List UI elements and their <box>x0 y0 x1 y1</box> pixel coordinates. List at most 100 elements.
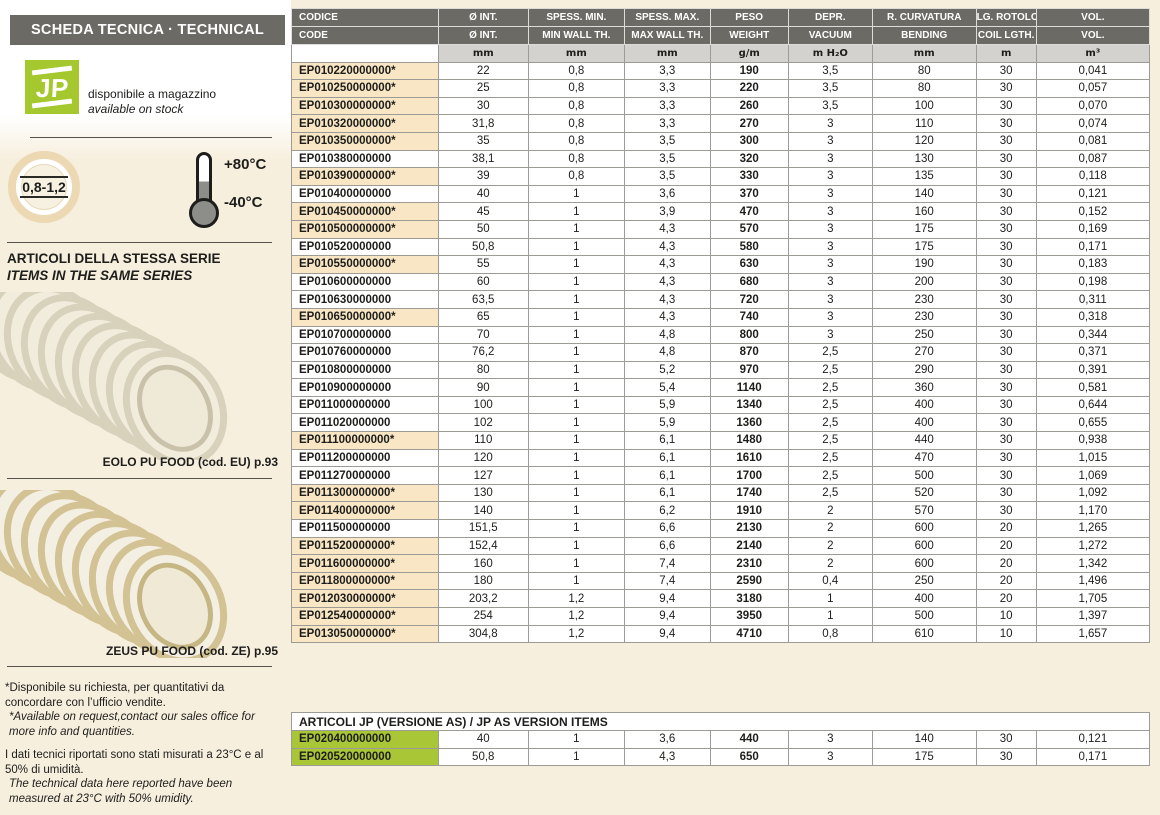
value-cell: 31,8 <box>438 115 528 133</box>
value-cell: 3,3 <box>624 97 710 115</box>
product-code-cell: EP010450000000* <box>292 203 439 221</box>
product-code-cell: EP020520000000 <box>292 748 439 766</box>
value-cell: 400 <box>872 414 976 432</box>
value-cell: 120 <box>872 132 976 150</box>
unit-cell: mm <box>528 45 624 63</box>
value-cell: 0,087 <box>1036 150 1149 168</box>
stock-availability-note: disponibile a magazzino available on sto… <box>88 87 216 117</box>
table-row: EP011400000000*14016,219102570301,170 <box>292 502 1150 520</box>
value-cell: 1 <box>528 520 624 538</box>
value-cell: 500 <box>872 608 976 626</box>
value-cell: 3 <box>788 115 872 133</box>
value-cell: 140 <box>438 502 528 520</box>
value-cell: 135 <box>872 168 976 186</box>
col-header: VOL. <box>1036 9 1149 27</box>
value-cell: 3,5 <box>624 132 710 150</box>
temperature-max: +80°C <box>224 156 266 173</box>
value-cell: 100 <box>872 97 976 115</box>
value-cell: 30 <box>976 185 1036 203</box>
table-row: EP01052000000050,814,35803175300,171 <box>292 238 1150 256</box>
value-cell: 0,581 <box>1036 379 1149 397</box>
product-code-cell: EP011800000000* <box>292 572 439 590</box>
value-cell: 500 <box>872 467 976 485</box>
header-row-english: CODE Ø INT. MIN WALL TH. MAX WALL TH. WE… <box>292 27 1150 45</box>
table-row: EP01102000000010215,913602,5400300,655 <box>292 414 1150 432</box>
product-code-cell: EP013050000000* <box>292 625 439 643</box>
value-cell: 3 <box>788 238 872 256</box>
value-cell: 2140 <box>710 537 788 555</box>
value-cell: 0,8 <box>788 625 872 643</box>
value-cell: 63,5 <box>438 291 528 309</box>
table-row: EP0106000000006014,36803200300,198 <box>292 273 1150 291</box>
hose-image-zeus <box>0 490 285 658</box>
product-code-cell: EP012030000000* <box>292 590 439 608</box>
table-row: EP012030000000*203,21,29,431801400201,70… <box>292 590 1150 608</box>
value-cell: 50 <box>438 220 528 238</box>
table-row: EP01120000000012016,116102,5470301,015 <box>292 449 1150 467</box>
table-row: EP02052000000050,814,36503175300,171 <box>292 748 1150 766</box>
product-code-cell: EP012540000000* <box>292 608 439 626</box>
unit-cell: m <box>976 45 1036 63</box>
table-row: EP0108000000008015,29702,5290300,391 <box>292 361 1150 379</box>
value-cell: 30 <box>976 168 1036 186</box>
value-cell: 1140 <box>710 379 788 397</box>
table-row: EP010500000000*5014,35703175300,169 <box>292 220 1150 238</box>
value-cell: 35 <box>438 132 528 150</box>
value-cell: 9,4 <box>624 625 710 643</box>
product-code-cell: EP010550000000* <box>292 256 439 274</box>
value-cell: 160 <box>438 555 528 573</box>
table-row: EP011520000000*152,416,621402600201,272 <box>292 537 1150 555</box>
value-cell: 30 <box>976 467 1036 485</box>
table-row: EP010550000000*5514,36303190300,183 <box>292 256 1150 274</box>
value-cell: 3 <box>788 731 872 749</box>
value-cell: 175 <box>872 748 976 766</box>
table-row: EP010350000000*350,83,53003120300,081 <box>292 132 1150 150</box>
value-cell: 102 <box>438 414 528 432</box>
value-cell: 1 <box>528 203 624 221</box>
product-code-cell: EP011400000000* <box>292 502 439 520</box>
value-cell: 3950 <box>710 608 788 626</box>
value-cell: 30 <box>976 203 1036 221</box>
value-cell: 520 <box>872 484 976 502</box>
value-cell: 30 <box>438 97 528 115</box>
value-cell: 2,5 <box>788 484 872 502</box>
value-cell: 151,5 <box>438 520 528 538</box>
col-header: SPESS. MAX. <box>624 9 710 27</box>
value-cell: 400 <box>872 396 976 414</box>
value-cell: 30 <box>976 396 1036 414</box>
value-cell: 0,644 <box>1036 396 1149 414</box>
product-code-cell: EP011200000000 <box>292 449 439 467</box>
value-cell: 25 <box>438 80 528 98</box>
value-cell: 30 <box>976 449 1036 467</box>
value-cell: 2,5 <box>788 449 872 467</box>
value-cell: 120 <box>438 449 528 467</box>
value-cell: 30 <box>976 62 1036 80</box>
value-cell: 3,6 <box>624 185 710 203</box>
product-code-cell: EP010300000000* <box>292 97 439 115</box>
value-cell: 50,8 <box>438 238 528 256</box>
value-cell: 440 <box>710 731 788 749</box>
value-cell: 2,5 <box>788 344 872 362</box>
value-cell: 1910 <box>710 502 788 520</box>
value-cell: 0,655 <box>1036 414 1149 432</box>
jp-logo-text: JP <box>35 73 69 104</box>
value-cell: 4,8 <box>624 344 710 362</box>
value-cell: 175 <box>872 238 976 256</box>
value-cell: 180 <box>438 572 528 590</box>
value-cell: 3,3 <box>624 62 710 80</box>
value-cell: 1 <box>528 414 624 432</box>
value-cell: 260 <box>710 97 788 115</box>
as-table-title: ARTICOLI JP (VERSIONE AS) / JP AS VERSIO… <box>292 713 1150 731</box>
value-cell: 30 <box>976 273 1036 291</box>
value-cell: 0,121 <box>1036 731 1149 749</box>
col-header: CODICE <box>292 9 439 27</box>
value-cell: 800 <box>710 326 788 344</box>
value-cell: 45 <box>438 203 528 221</box>
value-cell: 1,272 <box>1036 537 1149 555</box>
divider <box>30 137 272 138</box>
value-cell: 1 <box>528 502 624 520</box>
product-code-cell: EP011600000000* <box>292 555 439 573</box>
value-cell: 1 <box>528 344 624 362</box>
value-cell: 2 <box>788 537 872 555</box>
value-cell: 4,3 <box>624 256 710 274</box>
